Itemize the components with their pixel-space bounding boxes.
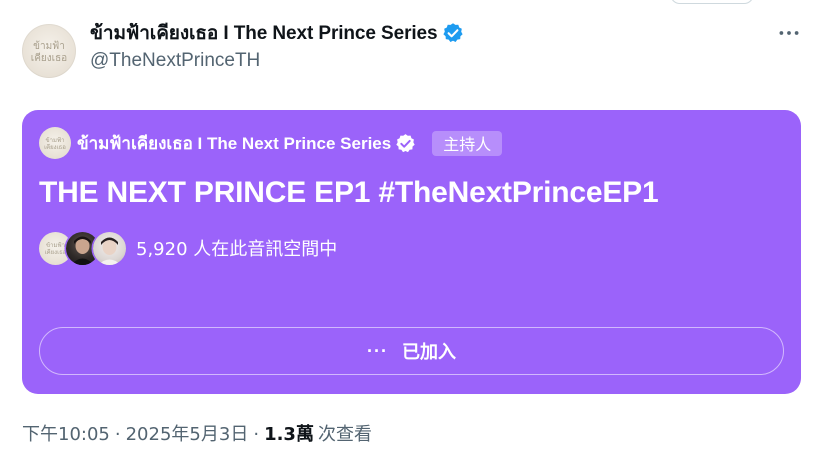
svg-text:เคียงเธอ: เคียงเธอ — [44, 143, 66, 151]
joined-button[interactable]: ··· 已加入 — [39, 327, 784, 375]
svg-text:เคียงเธอ: เคียงเธอ — [45, 248, 67, 256]
more-dots-icon: ··· — [367, 340, 388, 361]
author-handle[interactable]: @TheNextPrinceTH — [90, 50, 260, 72]
host-role-badge: 主持人 — [432, 130, 503, 156]
more-options-button[interactable] — [776, 22, 802, 44]
listener-avatars: ข้ามฟ้า เคียงเธอ — [39, 231, 126, 265]
space-listeners: ข้ามฟ้า เคียงเธอ 5,920 人在此音訊空間中 — [39, 231, 337, 265]
host-avatar: ข้ามฟ้า เคียงเธอ — [39, 127, 71, 159]
joined-button-label: 已加入 — [401, 342, 456, 363]
avatar-text-line1: ข้ามฟ้า — [33, 40, 65, 52]
host-verified-icon — [395, 133, 416, 154]
verified-badge-icon — [442, 22, 464, 44]
tweet-date[interactable]: 2025年5月3日 — [126, 424, 249, 445]
space-host-name: ข้ามฟ้าเคียงเธอ I The Next Prince Series — [77, 133, 392, 153]
audio-space-card[interactable]: ข้ามฟ้า เคียงเธอ ข้ามฟ้าเคียงเธอ I The N… — [22, 110, 801, 394]
listener-count: 5,920 人在此音訊空間中 — [136, 239, 338, 260]
more-dots-icon — [779, 31, 799, 35]
space-title: THE NEXT PRINCE EP1 #TheNextPrinceEP1 — [39, 176, 659, 209]
svg-text:ข้ามฟ้า: ข้ามฟ้า — [46, 242, 65, 249]
tweet-meta: 下午10:05 · 2025年5月3日 · 1.3萬 次查看 — [22, 420, 372, 446]
views-count[interactable]: 1.3萬 — [264, 424, 314, 445]
views-label[interactable]: 次查看 — [318, 424, 372, 445]
author-name-row[interactable]: ข้ามฟ้าเคียงเธอ I The Next Prince Series — [90, 19, 464, 47]
listener-avatar — [93, 231, 126, 265]
author-display-name[interactable]: ข้ามฟ้าเคียงเธอ I The Next Prince Series — [90, 18, 438, 48]
separator: · — [253, 424, 260, 445]
follow-button-edge[interactable] — [670, 0, 754, 4]
tweet-time[interactable]: 下午10:05 — [22, 424, 110, 445]
separator: · — [114, 424, 121, 445]
space-host-row: ข้ามฟ้า เคียงเธอ ข้ามฟ้าเคียงเธอ I The N… — [39, 127, 503, 159]
author-avatar[interactable]: ข้ามฟ้า เคียงเธอ — [22, 24, 76, 78]
svg-text:ข้ามฟ้า: ข้ามฟ้า — [45, 137, 64, 144]
avatar-text-line2: เคียงเธอ — [31, 52, 67, 64]
